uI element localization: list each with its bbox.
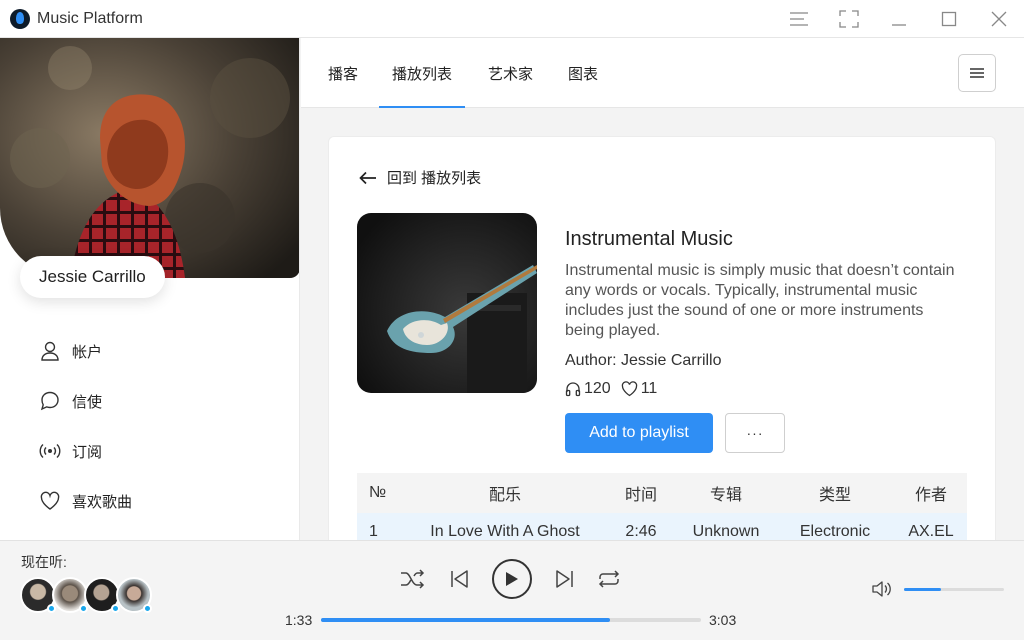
sidebar-item-liked-songs[interactable]: 喜欢歌曲 [38,476,132,526]
tab-playlists[interactable]: 播放列表 [378,38,466,108]
table-header-row: № 配乐 时间 专辑 类型 作者 [357,473,967,513]
tab-charts[interactable]: 图表 [568,38,598,108]
column-header-author: 作者 [895,473,967,513]
broadcast-icon [38,439,62,463]
column-header-track: 配乐 [405,473,605,513]
playlist-stats: 120 11 [565,380,657,398]
heart-icon[interactable] [621,381,638,397]
play-button[interactable] [492,559,532,599]
app-title: Music Platform [37,9,143,27]
back-link-label: 回到 播放列表 [387,170,482,187]
play-icon [506,572,518,586]
volume-fill [904,588,941,591]
close-button[interactable] [974,0,1024,38]
column-header-number: № [357,473,405,513]
chat-icon [38,389,62,413]
total-time: 3:03 [709,612,737,628]
listeners-avatars [20,577,152,613]
avatar[interactable] [84,577,120,613]
avatar[interactable] [52,577,88,613]
back-to-playlists-link[interactable]: 回到 播放列表 [359,167,481,188]
maximize-button[interactable] [924,0,974,38]
user-name-chip[interactable]: Jessie Carrillo [20,256,165,298]
hamburger-menu-button[interactable] [958,54,996,92]
online-indicator [143,604,152,613]
sidebar-item-label: 信使 [72,393,103,411]
hamburger-icon [970,68,984,78]
tab-podcasts[interactable]: 播客 [328,38,358,108]
minimize-button[interactable] [874,0,924,38]
top-tabs: 播客 播放列表 艺术家 图表 [301,38,1024,108]
sidebar-item-label: 帐户 [72,343,103,361]
playback-controls [398,559,624,599]
column-header-genre: 类型 [775,473,895,513]
more-options-button[interactable]: ··· [725,413,785,453]
column-header-album: 专辑 [677,473,775,513]
user-icon [38,339,62,363]
elapsed-time: 1:33 [285,612,313,628]
playlist-card: 回到 播放列表 Instrumental Music Instrumental … [328,136,996,556]
now-listening-label: 现在听: [21,554,67,570]
headphones-icon [565,381,581,397]
sidebar: Jessie Carrillo 帐户 信使 订阅 喜欢歌曲 [0,38,300,540]
window-controls [774,0,1024,38]
menu-lines-icon[interactable] [774,0,824,38]
playlist-description: Instrumental music is simply music that … [565,262,955,339]
app-logo [10,8,30,29]
listens-count: 120 [584,380,611,397]
sidebar-item-label: 订阅 [72,443,103,461]
previous-track-icon[interactable] [444,559,474,599]
heart-icon [38,489,62,513]
progress-fill [321,618,610,622]
avatar[interactable] [116,577,152,613]
next-track-icon[interactable] [550,559,580,599]
arrow-left-icon [359,171,376,184]
shuffle-icon[interactable] [398,559,428,599]
sidebar-item-account[interactable]: 帐户 [38,326,132,376]
column-header-time: 时间 [605,473,677,513]
volume-slider[interactable] [904,588,1004,591]
likes-count: 11 [640,380,658,397]
player-bar: 现在听: 1:33 3:03 [0,540,1024,640]
playlist-cover-image [357,213,537,393]
add-to-playlist-button[interactable]: Add to playlist [565,413,713,453]
sidebar-item-subscriptions[interactable]: 订阅 [38,426,132,476]
repeat-icon[interactable] [594,559,624,599]
sidebar-item-messenger[interactable]: 信使 [38,376,132,426]
progress-bar[interactable] [321,618,701,622]
playlist-author: Author: Jessie Carrillo [565,352,722,369]
profile-cover-image [0,38,299,278]
sidebar-item-label: 喜欢歌曲 [72,493,133,511]
tab-artists[interactable]: 艺术家 [488,38,533,108]
sidebar-nav: 帐户 信使 订阅 喜欢歌曲 设置 [38,326,132,540]
fullscreen-icon[interactable] [824,0,874,38]
playlist-title: Instrumental Music [565,228,733,250]
title-bar: Music Platform [0,0,1024,38]
avatar[interactable] [20,577,56,613]
sidebar-item-settings[interactable]: 设置 [38,526,132,540]
volume-icon[interactable] [872,580,892,603]
